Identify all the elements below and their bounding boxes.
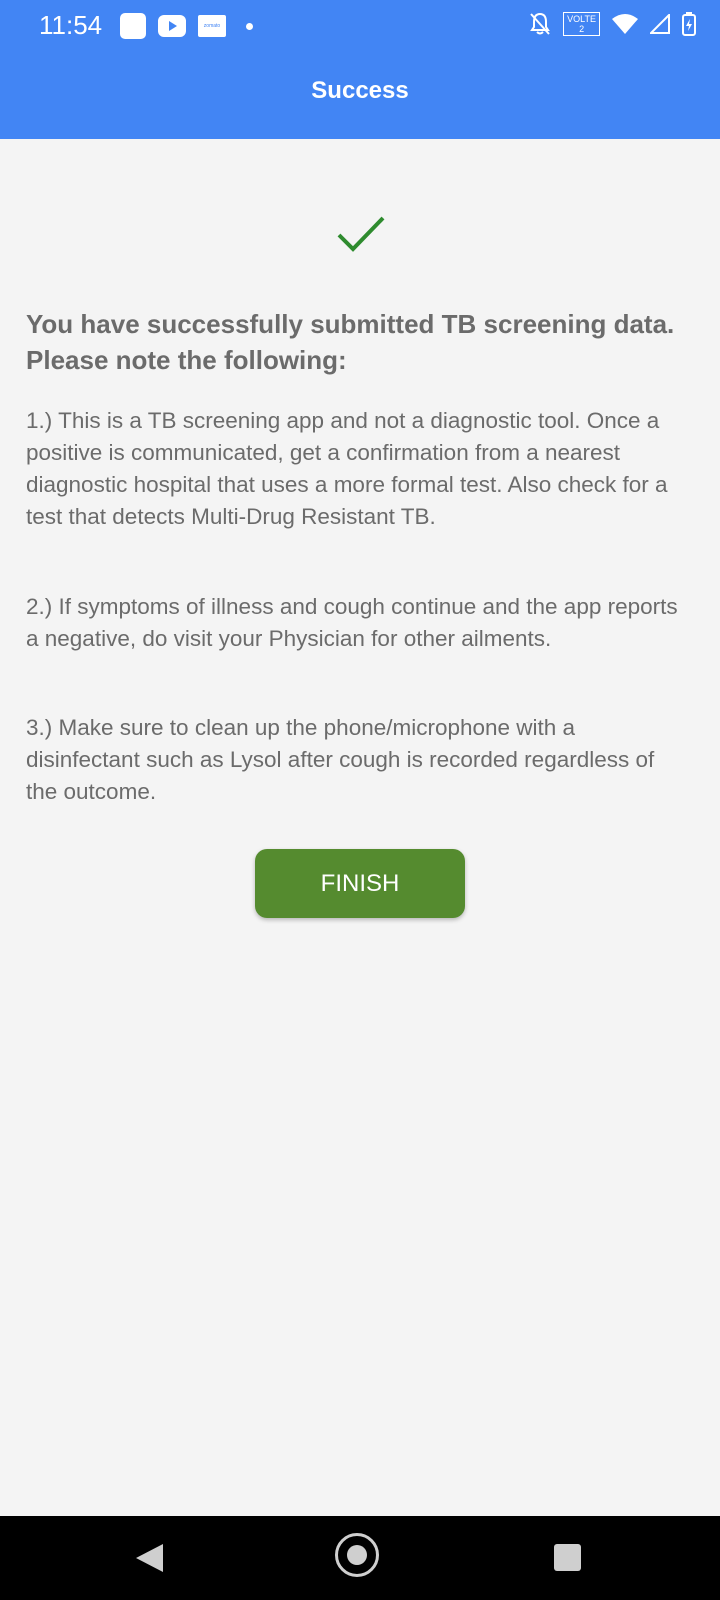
success-screen: 11:54 zomato VOLTE 2 Success You have su… bbox=[0, 0, 720, 1600]
volte-icon: VOLTE 2 bbox=[563, 12, 600, 36]
youtube-icon bbox=[158, 15, 186, 37]
success-heading: You have successfully submitted TB scree… bbox=[26, 309, 675, 375]
back-icon[interactable] bbox=[136, 1544, 163, 1572]
app-header: 11:54 zomato VOLTE 2 Success bbox=[0, 0, 720, 139]
volte-label: VOLTE bbox=[567, 14, 596, 24]
app-square-icon bbox=[120, 13, 146, 39]
battery-charging-icon bbox=[682, 12, 696, 36]
system-icons: VOLTE 2 bbox=[529, 12, 696, 36]
notifications-off-icon bbox=[530, 12, 551, 35]
status-time: 11:54 bbox=[39, 10, 103, 40]
wifi-icon bbox=[612, 14, 638, 34]
notification-icons: zomato bbox=[120, 13, 253, 39]
recent-apps-icon[interactable] bbox=[554, 1544, 581, 1571]
note-item-1: 1.) This is a TB screening app and not a… bbox=[26, 408, 668, 529]
navigation-bar bbox=[0, 1516, 720, 1600]
checkmark-icon bbox=[337, 216, 385, 252]
finish-button[interactable]: FINISH bbox=[255, 849, 465, 918]
note-item-2: 2.) If symptoms of illness and cough con… bbox=[26, 594, 678, 651]
signal-icon bbox=[650, 14, 670, 34]
page-title: Success bbox=[311, 77, 409, 104]
status-bar: 11:54 zomato VOLTE 2 bbox=[0, 0, 720, 52]
more-notifications-dot-icon bbox=[246, 22, 253, 30]
home-icon[interactable] bbox=[335, 1533, 379, 1577]
zomato-icon: zomato bbox=[198, 15, 226, 37]
note-item-3: 3.) Make sure to clean up the phone/micr… bbox=[26, 715, 655, 804]
volte-sim-label: 2 bbox=[579, 24, 585, 34]
